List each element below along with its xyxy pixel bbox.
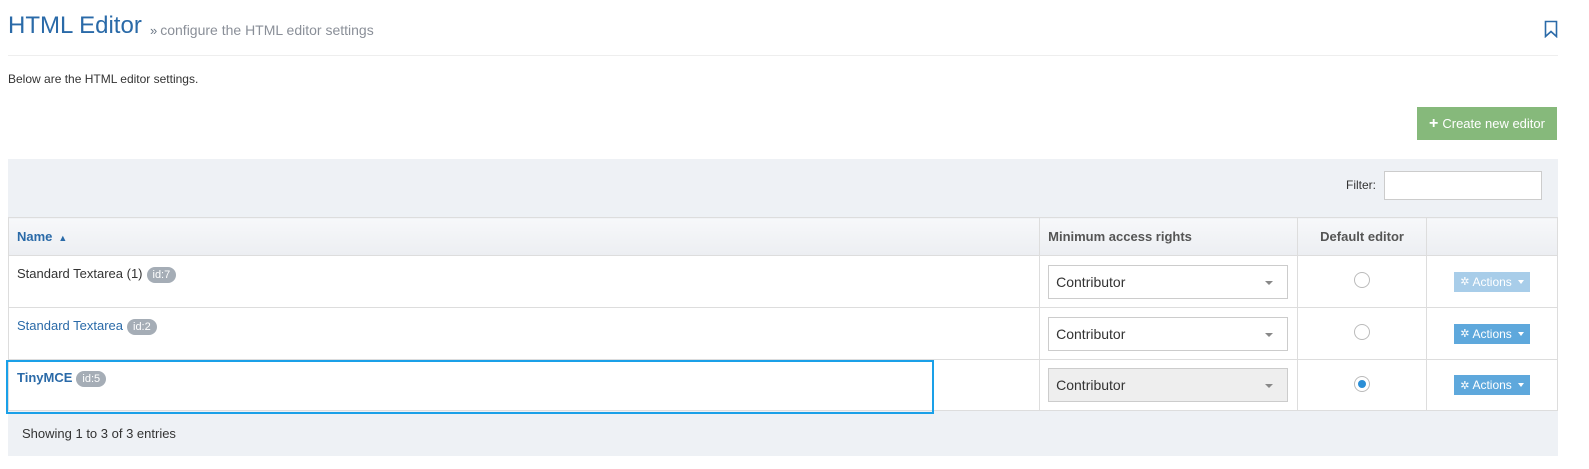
id-badge: id:5	[76, 371, 107, 387]
chevron-down-icon	[1265, 332, 1274, 337]
column-header-default[interactable]: Default editor	[1297, 217, 1428, 256]
create-new-editor-label: Create new editor	[1442, 116, 1545, 131]
access-select-value: Contributor	[1056, 273, 1126, 290]
editor-name: Standard Textarea (1)	[17, 266, 143, 281]
default-cell	[1297, 307, 1428, 360]
access-select-value: Contributor	[1056, 377, 1126, 393]
access-select[interactable]: Contributor	[1048, 264, 1289, 299]
actions-label: Actions	[1472, 274, 1512, 289]
access-select-value: Contributor	[1056, 325, 1126, 342]
name-cell: Standard Textarea id:2	[7, 307, 1041, 360]
access-cell: Contributor	[1039, 255, 1299, 308]
column-header-actions	[1426, 217, 1558, 256]
id-badge: id:7	[146, 267, 177, 283]
column-header-name-label: Name	[17, 229, 53, 244]
actions-cell: ✲ Actions	[1426, 255, 1558, 308]
name-cell: TinyMCE id:5	[7, 359, 1041, 411]
caret-down-icon	[1517, 279, 1524, 284]
id-badge: id:2	[127, 319, 157, 335]
editors-panel: Filter: Name ▲ Minimum access rights Defa…	[7, 159, 1558, 456]
filter-label: Filter:	[1346, 178, 1376, 192]
filter-input[interactable]	[1384, 171, 1542, 200]
default-editor-radio[interactable]	[1354, 324, 1371, 340]
editor-name-link[interactable]: Standard Textarea	[17, 318, 123, 333]
chevron-down-icon	[1265, 384, 1274, 388]
access-select[interactable]: Contributor	[1048, 316, 1289, 351]
default-editor-radio-selected[interactable]	[1354, 375, 1371, 392]
access-cell: Contributor	[1039, 307, 1299, 360]
actions-cell: ✲ Actions	[1426, 307, 1558, 360]
actions-button[interactable]: ✲ Actions	[1454, 271, 1530, 292]
table-header-row: Name ▲ Minimum access rights Default edit…	[7, 217, 1558, 256]
table-row: TinyMCE id:5 Contributor ✲ Actions	[7, 359, 1558, 411]
actions-button[interactable]: ✲ Actions	[1454, 375, 1530, 395]
access-select-disabled: Contributor	[1048, 368, 1289, 402]
bookmark-icon[interactable]	[1544, 20, 1558, 38]
entries-info: Showing 1 to 3 of 3 entries	[22, 426, 176, 441]
create-new-editor-button[interactable]: + Create new editor	[1417, 107, 1557, 140]
subtitle-text: configure the HTML editor settings	[160, 22, 374, 38]
caret-down-icon	[1517, 383, 1524, 387]
gear-icon: ✲	[1460, 379, 1470, 392]
sort-ascending-icon: ▲	[58, 233, 68, 243]
default-cell	[1297, 255, 1428, 308]
caret-down-icon	[1517, 331, 1524, 336]
column-header-access[interactable]: Minimum access rights	[1039, 217, 1299, 256]
table-row: Standard Textarea (1) id:7 Contributor ✲ A…	[7, 255, 1558, 308]
actions-label: Actions	[1472, 326, 1512, 341]
subtitle-chevron: »	[150, 23, 158, 38]
default-cell	[1297, 359, 1428, 411]
intro-text: Below are the HTML editor settings.	[8, 72, 199, 86]
actions-button[interactable]: ✲ Actions	[1454, 323, 1530, 344]
actions-cell: ✲ Actions	[1426, 359, 1558, 411]
column-header-name[interactable]: Name ▲	[7, 217, 1041, 256]
page-subtitle: » configure the HTML editor settings	[150, 22, 374, 38]
actions-label: Actions	[1472, 378, 1512, 392]
editors-table: Name ▲ Minimum access rights Default edit…	[7, 217, 1558, 411]
chevron-down-icon	[1265, 280, 1274, 285]
plus-icon: +	[1429, 114, 1439, 132]
table-row: Standard Textarea id:2 Contributor ✲ Actio…	[7, 307, 1558, 360]
default-editor-radio[interactable]	[1354, 272, 1371, 288]
editor-name-link[interactable]: TinyMCE	[17, 370, 72, 385]
page-title: HTML Editor	[8, 12, 142, 39]
name-cell: Standard Textarea (1) id:7	[7, 255, 1041, 308]
gear-icon: ✲	[1460, 328, 1470, 340]
access-cell: Contributor	[1039, 359, 1299, 411]
page-header: HTML Editor » configure the HTML editor s…	[8, 12, 1558, 56]
gear-icon: ✲	[1460, 276, 1470, 288]
